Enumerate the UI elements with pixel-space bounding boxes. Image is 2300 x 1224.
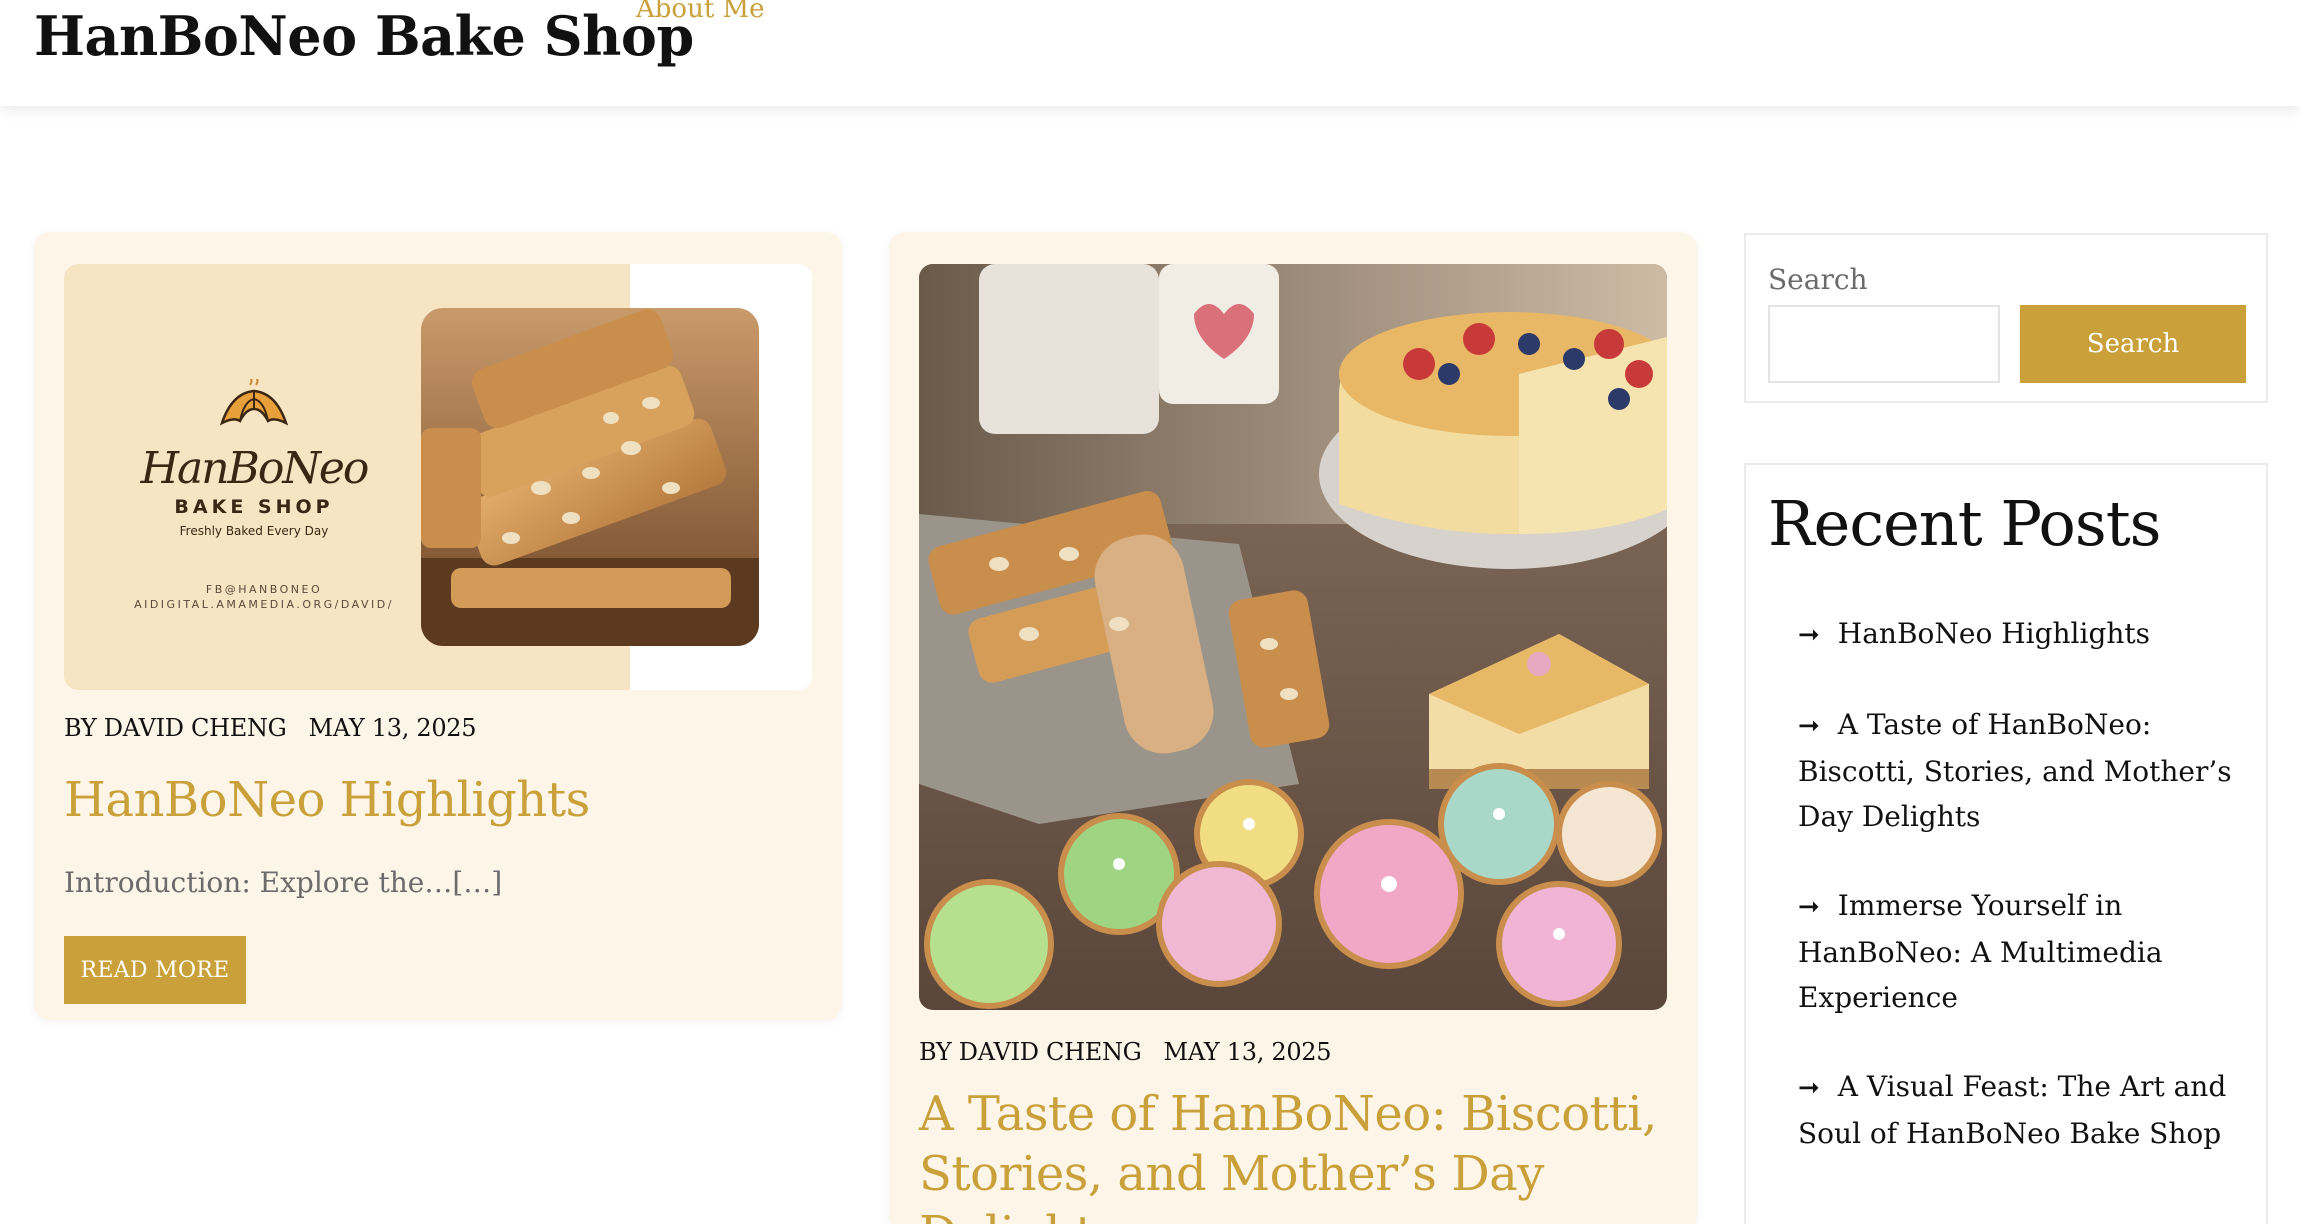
arrow-right-icon: ➞ bbox=[1798, 892, 1820, 922]
contact-line: FB@HANBONEO bbox=[205, 583, 323, 596]
post-author[interactable]: BY DAVID CHENG bbox=[919, 1038, 1142, 1066]
search-label: Search bbox=[1768, 263, 1868, 296]
recent-post-link[interactable]: Immerse Yourself in HanBoNeo: A Multimed… bbox=[1798, 889, 2163, 1014]
arrow-right-icon: ➞ bbox=[1798, 620, 1820, 650]
logo-wordmark: HanBoNeo bbox=[140, 443, 370, 494]
post-date[interactable]: MAY 13, 2025 bbox=[1164, 1038, 1332, 1066]
site-title[interactable]: HanBoNeo Bake Shop bbox=[34, 4, 694, 68]
recent-post-item[interactable]: ➞ A Taste of HanBoNeo: Biscotti, Stories,… bbox=[1798, 702, 2238, 839]
bakery-logo: HanBoNeo BAKE SHOP Freshly Baked Every D… bbox=[104, 379, 404, 538]
logo-contact: FB@HANBONEO AIDIGITAL.AMAMEDIA.ORG/DAVID… bbox=[64, 582, 464, 612]
search-widget: Search Search bbox=[1744, 233, 2268, 403]
arrow-right-icon: ➞ bbox=[1798, 711, 1820, 741]
post-thumbnail[interactable]: HanBoNeo BAKE SHOP Freshly Baked Every D… bbox=[64, 264, 812, 690]
post-card: BY DAVID CHENG MAY 13, 2025 A Taste of Ha… bbox=[889, 232, 1697, 1224]
logo-tagline: Freshly Baked Every Day bbox=[179, 524, 329, 538]
nav-about-me[interactable]: About Me bbox=[636, 0, 765, 24]
post-title[interactable]: A Taste of HanBoNeo: Biscotti, Stories, … bbox=[919, 1084, 1679, 1224]
recent-posts-list: ➞ HanBoNeo Highlights ➞ A Taste of HanBoNe… bbox=[1798, 611, 2238, 1200]
post-date[interactable]: MAY 13, 2025 bbox=[309, 714, 477, 742]
post-author[interactable]: BY DAVID CHENG bbox=[64, 714, 287, 742]
post-meta: BY DAVID CHENG MAY 13, 2025 bbox=[919, 1038, 1353, 1066]
site-header: HanBoNeo Bake Shop About Me bbox=[0, 0, 2300, 106]
post-thumbnail[interactable] bbox=[919, 264, 1667, 1010]
recent-posts-widget: Recent Posts ➞ HanBoNeo Highlights ➞ A Tas… bbox=[1744, 463, 2268, 1224]
biscotti-photo bbox=[421, 308, 759, 646]
recent-post-item[interactable]: ➞ HanBoNeo Highlights bbox=[1798, 611, 2238, 658]
croissant-icon bbox=[219, 379, 289, 426]
post-title[interactable]: HanBoNeo Highlights bbox=[64, 770, 590, 830]
post-card: HanBoNeo BAKE SHOP Freshly Baked Every D… bbox=[34, 232, 842, 1020]
recent-posts-title: Recent Posts bbox=[1768, 487, 2161, 560]
read-more-button[interactable]: READ MORE bbox=[64, 936, 246, 1004]
recent-post-link[interactable]: HanBoNeo Highlights bbox=[1838, 617, 2150, 650]
post-excerpt: Introduction: Explore the…[…] bbox=[64, 866, 503, 899]
logo-subtitle: BAKE SHOP bbox=[174, 496, 334, 518]
bakery-spread-photo bbox=[919, 264, 1667, 1010]
search-button[interactable]: Search bbox=[2020, 305, 2246, 383]
post-meta: BY DAVID CHENG MAY 13, 2025 bbox=[64, 714, 498, 742]
contact-line: AIDIGITAL.AMAMEDIA.ORG/DAVID/ bbox=[134, 598, 394, 611]
recent-post-link[interactable]: A Taste of HanBoNeo: Biscotti, Stories, … bbox=[1798, 708, 2232, 833]
recent-post-item[interactable]: ➞ A Visual Feast: The Art and Soul of Han… bbox=[1798, 1064, 2238, 1156]
arrow-right-icon: ➞ bbox=[1798, 1073, 1820, 1103]
search-input[interactable] bbox=[1768, 305, 2000, 383]
recent-post-link[interactable]: A Visual Feast: The Art and Soul of HanB… bbox=[1798, 1070, 2226, 1150]
recent-post-item[interactable]: ➞ Immerse Yourself in HanBoNeo: A Multime… bbox=[1798, 883, 2238, 1020]
